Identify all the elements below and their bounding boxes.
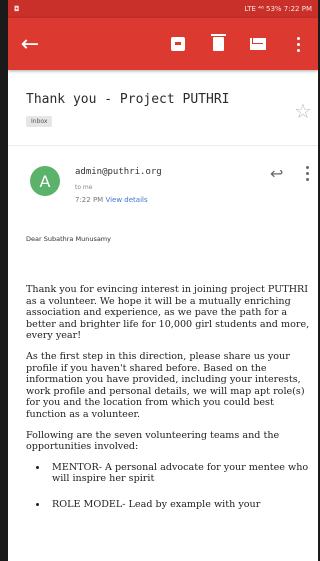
status-right: LTE ⁴⁶ 53% 7:22 PM [244, 5, 312, 13]
more-vert-icon [306, 166, 309, 181]
email-time: 7:22 PM View details [75, 196, 148, 204]
greeting: Dear Subathra Munusamy [26, 235, 111, 243]
avatar[interactable]: A [30, 166, 60, 196]
star-icon[interactable]: ☆ [294, 101, 312, 121]
archive-icon [171, 37, 185, 51]
trash-icon [210, 34, 226, 51]
app-bar: ← [8, 18, 318, 70]
body-paragraph: As the first step in this direction, ple… [26, 350, 305, 420]
body-paragraph: Following are the seven volunteering tea… [26, 429, 280, 453]
mark-unread-button[interactable] [238, 18, 278, 70]
archive-button[interactable] [158, 18, 198, 70]
divider [8, 145, 318, 146]
body-paragraph: Thank you for evincing interest in joini… [26, 284, 310, 342]
more-vert-icon [296, 36, 300, 52]
sender-address: admin@puthri.org [75, 167, 162, 177]
status-bar: ◘ LTE ⁴⁶ 53% 7:22 PM [8, 0, 318, 18]
notification-icon: ◘ [14, 5, 20, 13]
email-body: Thank you for evincing interest in joini… [26, 284, 310, 525]
reply-icon[interactable]: ↩ [270, 164, 283, 183]
back-arrow-icon[interactable]: ← [8, 18, 52, 70]
list-item: ROLE MODEL- Lead by example with your [48, 499, 310, 511]
more-options-button[interactable] [278, 18, 318, 70]
delete-button[interactable] [198, 18, 238, 70]
email-subject: Thank you - Project PUTHRI [26, 92, 230, 107]
view-details-link[interactable]: View details [105, 196, 147, 204]
time-text: 7:22 PM [75, 196, 104, 204]
label-chip[interactable]: Inbox [26, 116, 53, 127]
screen: ◘ LTE ⁴⁶ 53% 7:22 PM ← Thank you - Proje… [8, 0, 318, 561]
recipient-text: to me [75, 184, 93, 191]
mail-icon [250, 38, 266, 50]
volunteer-list: MENTOR- A personal advocate for your men… [48, 462, 310, 511]
message-more-button[interactable] [306, 166, 309, 181]
list-item: MENTOR- A personal advocate for your men… [48, 462, 310, 485]
